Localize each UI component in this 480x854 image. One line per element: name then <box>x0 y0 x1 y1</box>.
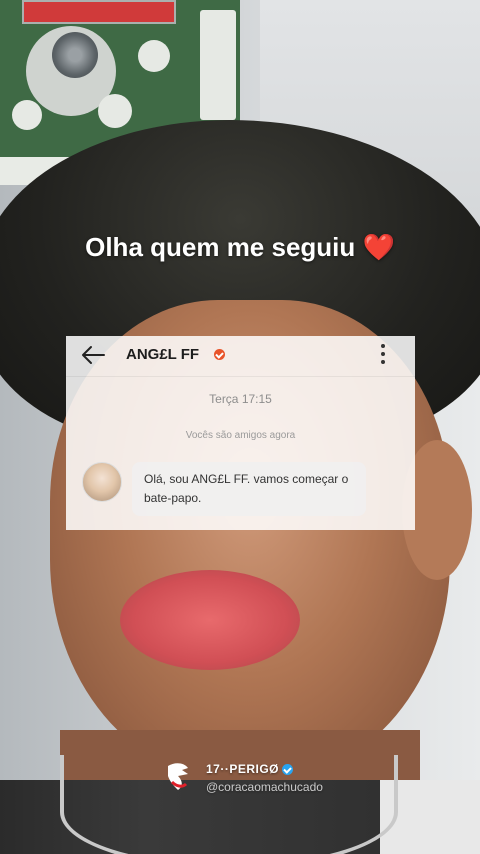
creator-logo-icon <box>168 763 188 790</box>
sticker-pictogram <box>138 40 170 72</box>
message-timestamp: Terça 17:15 <box>209 392 272 406</box>
chat-screenshot-card: ANG£L FF Terça 17:15 Vocês são amigos ag… <box>66 336 415 530</box>
sticker-pictogram <box>98 94 132 128</box>
video-caption: Olha quem me seguiu ❤️ <box>0 232 480 263</box>
caption-text: Olha quem me seguiu <box>85 232 356 262</box>
contact-avatar[interactable] <box>82 462 122 502</box>
chat-header: ANG£L FF <box>66 336 415 377</box>
heart-emoji-icon: ❤️ <box>362 232 395 262</box>
sticker-knob <box>52 32 98 78</box>
sticker-pictogram <box>12 100 42 130</box>
back-arrow-icon[interactable] <box>80 344 106 366</box>
creator-handle[interactable]: @coracaomachucado <box>206 780 323 794</box>
more-vertical-icon[interactable] <box>381 344 385 368</box>
message-bubble: Olá, sou ANG£L FF. vamos começar o bate-… <box>132 462 366 516</box>
verified-badge-icon <box>214 349 225 360</box>
contact-name[interactable]: ANG£L FF <box>126 346 199 363</box>
system-message: Vocês são amigos agora <box>185 430 296 441</box>
person-lips <box>120 570 300 670</box>
sticker-text-area <box>200 10 236 120</box>
sticker-red-label <box>22 0 176 24</box>
creator-username[interactable]: 17··PERIGØ <box>206 762 279 776</box>
verified-badge-icon <box>282 764 293 775</box>
